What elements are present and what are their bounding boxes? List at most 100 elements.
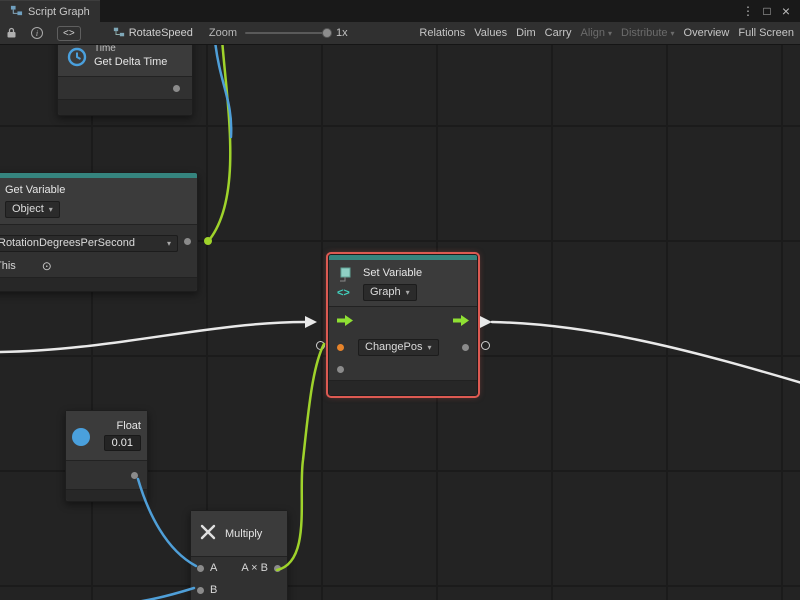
value-input-port[interactable] — [337, 344, 344, 351]
flow-input-port[interactable] — [337, 315, 353, 329]
zoom-value: 1x — [336, 27, 348, 39]
variable-name-dropdown[interactable]: RotationDegreesPerSecond ▾ — [0, 235, 178, 252]
node-footer — [329, 380, 477, 395]
float-icon — [72, 428, 90, 446]
flow-arrow-in-icon — [305, 316, 317, 328]
chevron-down-icon: ▾ — [406, 286, 410, 299]
port-row — [66, 461, 147, 489]
overview-button[interactable]: Overview — [680, 25, 734, 41]
code-icon[interactable]: <> — [57, 26, 81, 41]
this-label: This — [0, 260, 16, 272]
node-title: Get Variable — [5, 184, 191, 196]
node-title: Float — [117, 420, 141, 432]
variable-icon: <> — [335, 267, 357, 299]
node-get-delta-time[interactable]: Time Get Delta Time — [57, 45, 193, 116]
node-float[interactable]: Float 0.01 — [65, 410, 148, 502]
node-multiply[interactable]: Multiply A A × B B — [190, 510, 288, 600]
window-controls: ⋮ □ × — [740, 0, 800, 22]
chevron-down-icon: ▾ — [49, 203, 53, 216]
output-port[interactable] — [274, 565, 281, 572]
node-footer — [0, 277, 197, 291]
node-header: Time Get Delta Time — [58, 45, 192, 76]
info-icon[interactable]: i — [31, 27, 43, 39]
object-picker-icon[interactable]: ⊙ — [42, 260, 52, 272]
chevron-down-icon: ▾ — [608, 29, 612, 38]
green-port-dot[interactable] — [204, 237, 212, 245]
clock-icon — [66, 46, 88, 71]
value-output-port[interactable] — [184, 238, 191, 245]
maximize-icon[interactable]: □ — [759, 4, 775, 18]
node-footer — [66, 489, 147, 501]
node-header: Get Variable Object ▾ — [0, 178, 197, 224]
tab-label: Script Graph — [28, 6, 90, 18]
zoom-label: Zoom — [209, 27, 237, 39]
flow-output-port[interactable] — [453, 315, 469, 329]
scope-dropdown[interactable]: Object ▾ — [5, 201, 60, 218]
node-get-variable[interactable]: Get Variable Object ▾ RotationDegreesPer… — [0, 172, 198, 292]
port-row — [58, 77, 192, 99]
variable-name-dropdown[interactable]: ChangePos ▾ — [358, 339, 439, 356]
code-glyph: <> — [337, 288, 350, 299]
chevron-down-icon: ▾ — [671, 29, 675, 38]
multiply-icon — [199, 523, 217, 544]
carry-button[interactable]: Carry — [541, 25, 576, 41]
flow-row — [329, 307, 477, 337]
fallback-row — [329, 358, 477, 380]
variable-name-row: ChangePos ▾ — [329, 337, 477, 358]
output-label: A × B — [241, 562, 268, 574]
dim-button[interactable]: Dim — [512, 25, 540, 41]
wire-green-top[interactable] — [210, 45, 230, 239]
scope-dropdown[interactable]: Graph ▾ — [363, 284, 417, 301]
port-row-a: A A × B — [191, 557, 287, 579]
values-button[interactable]: Values — [470, 25, 511, 41]
align-button: Align ▾ — [577, 25, 616, 41]
flow-arrow-out-icon — [480, 316, 492, 328]
wire-white-in[interactable] — [0, 322, 305, 352]
input-port[interactable] — [337, 366, 344, 373]
zoom-slider-handle[interactable] — [322, 28, 332, 38]
input-port-b[interactable] — [197, 587, 204, 594]
wire-blue-top[interactable] — [215, 45, 231, 137]
chevron-down-icon: ▾ — [428, 341, 432, 354]
graph-toolbar: i <> RotateSpeed Zoom 1x Relations Value… — [0, 22, 800, 45]
graph-canvas[interactable]: Time Get Delta Time Get Variable Object … — [0, 45, 800, 600]
wire-blue-bottom[interactable] — [136, 588, 194, 600]
output-port[interactable] — [131, 472, 138, 479]
node-header: Multiply — [191, 511, 287, 556]
graph-name-icon — [113, 26, 125, 41]
zoom-slider[interactable] — [245, 32, 329, 34]
input-b-label: B — [210, 584, 217, 596]
toolbar-buttons: Relations Values Dim Carry Align ▾ Distr… — [415, 25, 800, 41]
port-circle-right[interactable] — [481, 341, 490, 350]
node-title: Multiply — [225, 528, 262, 540]
float-value-field[interactable]: 0.01 — [104, 435, 141, 451]
full-screen-button[interactable]: Full Screen — [734, 25, 798, 41]
close-icon[interactable]: × — [778, 3, 794, 19]
input-port-a[interactable] — [197, 565, 204, 572]
lock-icon[interactable] — [6, 27, 17, 39]
chevron-down-icon: ▾ — [167, 237, 171, 250]
wire-white-out[interactable] — [492, 322, 800, 383]
node-header: Float 0.01 — [66, 411, 147, 460]
node-category: Time — [94, 45, 167, 55]
port-circle-left[interactable] — [316, 341, 325, 350]
tab-script-graph[interactable]: Script Graph — [0, 0, 100, 22]
value-output-port[interactable] — [462, 344, 469, 351]
relations-button[interactable]: Relations — [415, 25, 469, 41]
port-row-b: B — [191, 579, 287, 600]
tab-bar: Script Graph ⋮ □ × — [0, 0, 800, 22]
node-body: ChangePos ▾ — [329, 307, 477, 380]
script-graph-icon — [10, 4, 23, 20]
node-title: Set Variable — [363, 267, 422, 280]
variable-name-row: RotationDegreesPerSecond ▾ — [0, 225, 197, 257]
node-footer — [58, 99, 192, 115]
graph-name-label: RotateSpeed — [129, 27, 193, 39]
output-port[interactable] — [173, 85, 180, 92]
input-a-label: A — [210, 562, 217, 574]
node-title: Get Delta Time — [94, 55, 167, 69]
distribute-button: Distribute ▾ — [617, 25, 678, 41]
menu-icon[interactable]: ⋮ — [740, 4, 756, 18]
node-header: <> Set Variable Graph ▾ — [329, 260, 477, 306]
node-set-variable[interactable]: <> Set Variable Graph ▾ — [328, 254, 478, 396]
this-row: This ⊙ — [0, 257, 197, 277]
